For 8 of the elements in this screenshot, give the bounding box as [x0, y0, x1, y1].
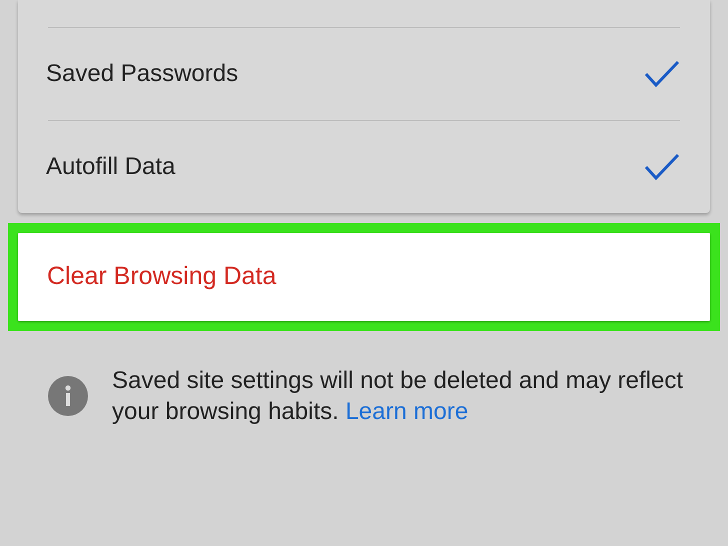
clear-browsing-data-button[interactable]: Clear Browsing Data — [18, 233, 710, 321]
setting-label: Saved Passwords — [46, 59, 238, 89]
setting-label: Autofill Data — [46, 152, 176, 182]
info-icon — [48, 376, 88, 416]
info-text: Saved site settings will not be deleted and may reflect your browsing habits. Learn more — [112, 366, 684, 427]
check-icon[interactable] — [644, 153, 680, 181]
learn-more-link[interactable]: Learn more — [345, 398, 468, 425]
check-icon[interactable] — [644, 60, 680, 88]
